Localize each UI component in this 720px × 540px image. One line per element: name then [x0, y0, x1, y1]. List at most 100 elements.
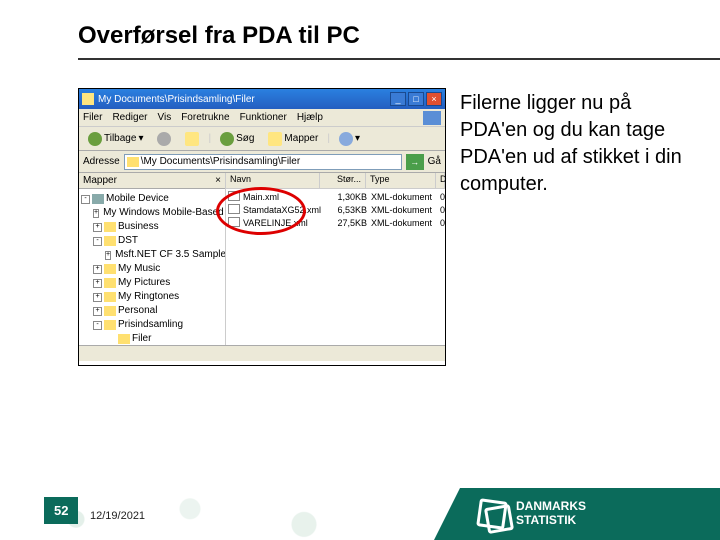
folder-icon — [104, 236, 116, 246]
expand-icon[interactable]: + — [93, 279, 102, 288]
expand-icon[interactable]: + — [93, 293, 102, 302]
search-button[interactable]: Søg — [215, 130, 259, 148]
views-button[interactable]: ▾ — [334, 130, 365, 148]
tree-item[interactable]: + My Music — [81, 262, 223, 276]
folder-icon — [104, 222, 116, 232]
menu-vis[interactable]: Vis — [157, 112, 171, 123]
tree-item[interactable]: + My Ringtones — [81, 290, 223, 304]
file-type: XML-dokument — [367, 204, 437, 217]
up-icon — [185, 132, 199, 146]
folder-icon — [92, 194, 104, 204]
expand-icon[interactable]: - — [81, 195, 90, 204]
file-size: 1,30KB — [321, 191, 367, 204]
col-size[interactable]: Stør... — [320, 173, 366, 188]
address-value: \My Documents\Prisindsamling\Filer — [141, 156, 301, 167]
back-button[interactable]: Tilbage ▾ — [83, 130, 148, 148]
tree-item[interactable]: + My Windows Mobile-Based Device — [81, 206, 223, 220]
folder-tree-pane: Mapper× -Mobile Device+My Windows Mobile… — [79, 173, 226, 345]
minimize-button[interactable]: _ — [390, 92, 406, 106]
file-type: XML-dokument — [367, 191, 437, 204]
title-underline — [78, 58, 720, 60]
folder-icon — [104, 278, 116, 288]
logo-icon — [478, 500, 506, 528]
maximize-button[interactable]: □ — [408, 92, 424, 106]
menu-hjaelp[interactable]: Hjælp — [297, 112, 323, 123]
file-size: 27,5KB — [321, 217, 367, 230]
tree-label: My Pictures — [118, 276, 170, 290]
expand-icon[interactable]: - — [93, 321, 102, 330]
tree-label: My Ringtones — [118, 290, 179, 304]
tree-item[interactable]: Filer — [81, 332, 223, 345]
tree-item[interactable]: - DST — [81, 234, 223, 248]
slide-date: 12/19/2021 — [90, 510, 145, 522]
expand-icon[interactable]: - — [93, 237, 102, 246]
close-pane-icon[interactable]: × — [215, 175, 221, 186]
expand-icon[interactable]: + — [93, 307, 102, 316]
explorer-window: My Documents\Prisindsamling\Filer _ □ × … — [78, 88, 446, 366]
file-d: 0 — [437, 204, 445, 217]
back-icon — [88, 132, 102, 146]
tree-label: My Windows Mobile-Based Device — [103, 206, 226, 220]
logo-text: DANMARKSSTATISTIK — [516, 500, 586, 528]
tree-label: Business — [118, 220, 159, 234]
col-date[interactable]: D — [436, 173, 445, 188]
expand-icon[interactable]: + — [105, 251, 111, 260]
col-type[interactable]: Type — [366, 173, 436, 188]
folder-icon — [104, 320, 116, 330]
toolbar: Tilbage ▾ | Søg Mapper | ▾ — [79, 127, 445, 151]
expand-icon[interactable]: + — [93, 223, 102, 232]
tree-item[interactable]: + Msft.NET CF 3.5 Sample — [81, 248, 223, 262]
forward-icon — [157, 132, 171, 146]
address-bar: Adresse \My Documents\Prisindsamling\Fil… — [79, 151, 445, 173]
menu-rediger[interactable]: Rediger — [112, 112, 147, 123]
expand-icon[interactable]: + — [93, 265, 102, 274]
tree-label: My Music — [118, 262, 160, 276]
tree-label: Prisindsamling — [118, 318, 183, 332]
views-icon — [339, 132, 353, 146]
folder-icon — [104, 292, 116, 302]
menu-filer[interactable]: Filer — [83, 112, 102, 123]
folder-icon — [104, 306, 116, 316]
menu-foretrukne[interactable]: Foretrukne — [181, 112, 229, 123]
window-title: My Documents\Prisindsamling\Filer — [98, 94, 390, 105]
status-bar — [79, 345, 445, 361]
file-type: XML-dokument — [367, 217, 437, 230]
win-logo-icon — [423, 111, 441, 125]
address-label: Adresse — [83, 156, 120, 167]
folder-icon — [82, 93, 94, 105]
org-logo: DANMARKSSTATISTIK — [460, 488, 720, 540]
expand-icon[interactable]: + — [93, 209, 99, 218]
go-label: Gå — [428, 156, 441, 167]
tree-label: Mobile Device — [106, 192, 169, 206]
tree-item[interactable]: +Personal — [81, 304, 223, 318]
tree-item[interactable]: + Business — [81, 220, 223, 234]
forward-button[interactable] — [152, 130, 176, 148]
tree-label: Msft.NET CF 3.5 Sample — [115, 248, 226, 262]
tree-item[interactable]: - Prisindsamling — [81, 318, 223, 332]
file-list-pane: Navn Stør... Type D Main.xml1,30KBXML-do… — [226, 173, 445, 345]
menu-bar: Filer Rediger Vis Foretrukne Funktioner … — [79, 109, 445, 127]
tree-label: DST — [118, 234, 138, 248]
tree-label: Filer — [132, 332, 151, 345]
file-d: 0 — [437, 217, 445, 230]
body-text: Filerne ligger nu på PDA'en og du kan ta… — [460, 90, 690, 198]
address-input[interactable]: \My Documents\Prisindsamling\Filer — [124, 154, 402, 170]
page-number: 52 — [44, 497, 78, 524]
tree-header: Mapper× — [79, 173, 225, 189]
tree-item[interactable]: - Mobile Device — [81, 192, 223, 206]
highlight-circle — [216, 187, 306, 235]
go-button[interactable]: → — [406, 154, 424, 170]
menu-funktioner[interactable]: Funktioner — [240, 112, 287, 123]
folder-icon — [104, 264, 116, 274]
up-button[interactable] — [180, 130, 204, 148]
folders-button[interactable]: Mapper — [263, 130, 323, 148]
search-label: Søg — [236, 133, 254, 144]
close-button[interactable]: × — [426, 92, 442, 106]
tree-item[interactable]: + My Pictures — [81, 276, 223, 290]
file-size: 6,53KB — [321, 204, 367, 217]
col-name[interactable]: Navn — [226, 173, 320, 188]
folder-icon — [127, 157, 139, 167]
folder-tree[interactable]: -Mobile Device+My Windows Mobile-Based D… — [79, 189, 225, 345]
slide-title: Overførsel fra PDA til PC — [78, 22, 360, 50]
folders-label: Mapper — [284, 133, 318, 144]
